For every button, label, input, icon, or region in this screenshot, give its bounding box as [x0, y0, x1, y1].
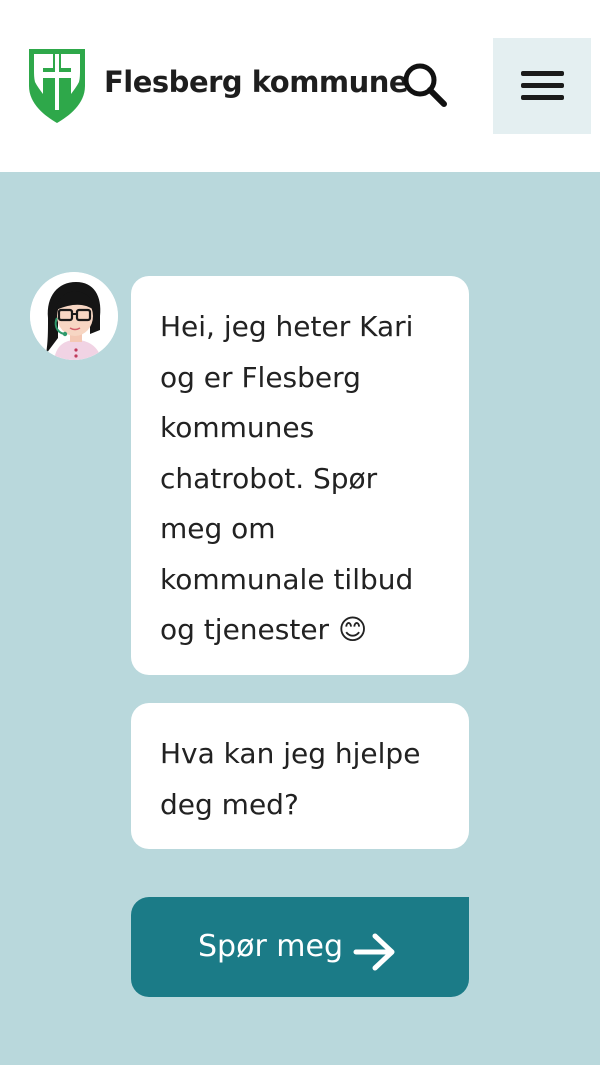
page: Flesberg kommune Hei, jeg heter Kari og …	[0, 0, 600, 1065]
chat-message: Hei, jeg heter Kari og er Flesberg kommu…	[131, 276, 469, 675]
search-icon	[403, 63, 447, 107]
menu-button[interactable]	[493, 38, 591, 134]
chatbot-avatar-icon	[30, 272, 118, 360]
flesberg-logo-icon[interactable]	[28, 48, 86, 124]
ask-me-button[interactable]: Spør meg	[131, 897, 469, 997]
site-header: Flesberg kommune	[0, 0, 600, 172]
search-button[interactable]	[396, 58, 452, 114]
chat-message: Hva kan jeg hjelpe deg med?	[131, 703, 469, 849]
ask-me-button-label: Spør meg	[198, 929, 344, 964]
brand-name[interactable]: Flesberg kommune	[104, 62, 409, 102]
chatbot-avatar	[30, 272, 118, 360]
arrow-right-icon	[353, 933, 395, 971]
